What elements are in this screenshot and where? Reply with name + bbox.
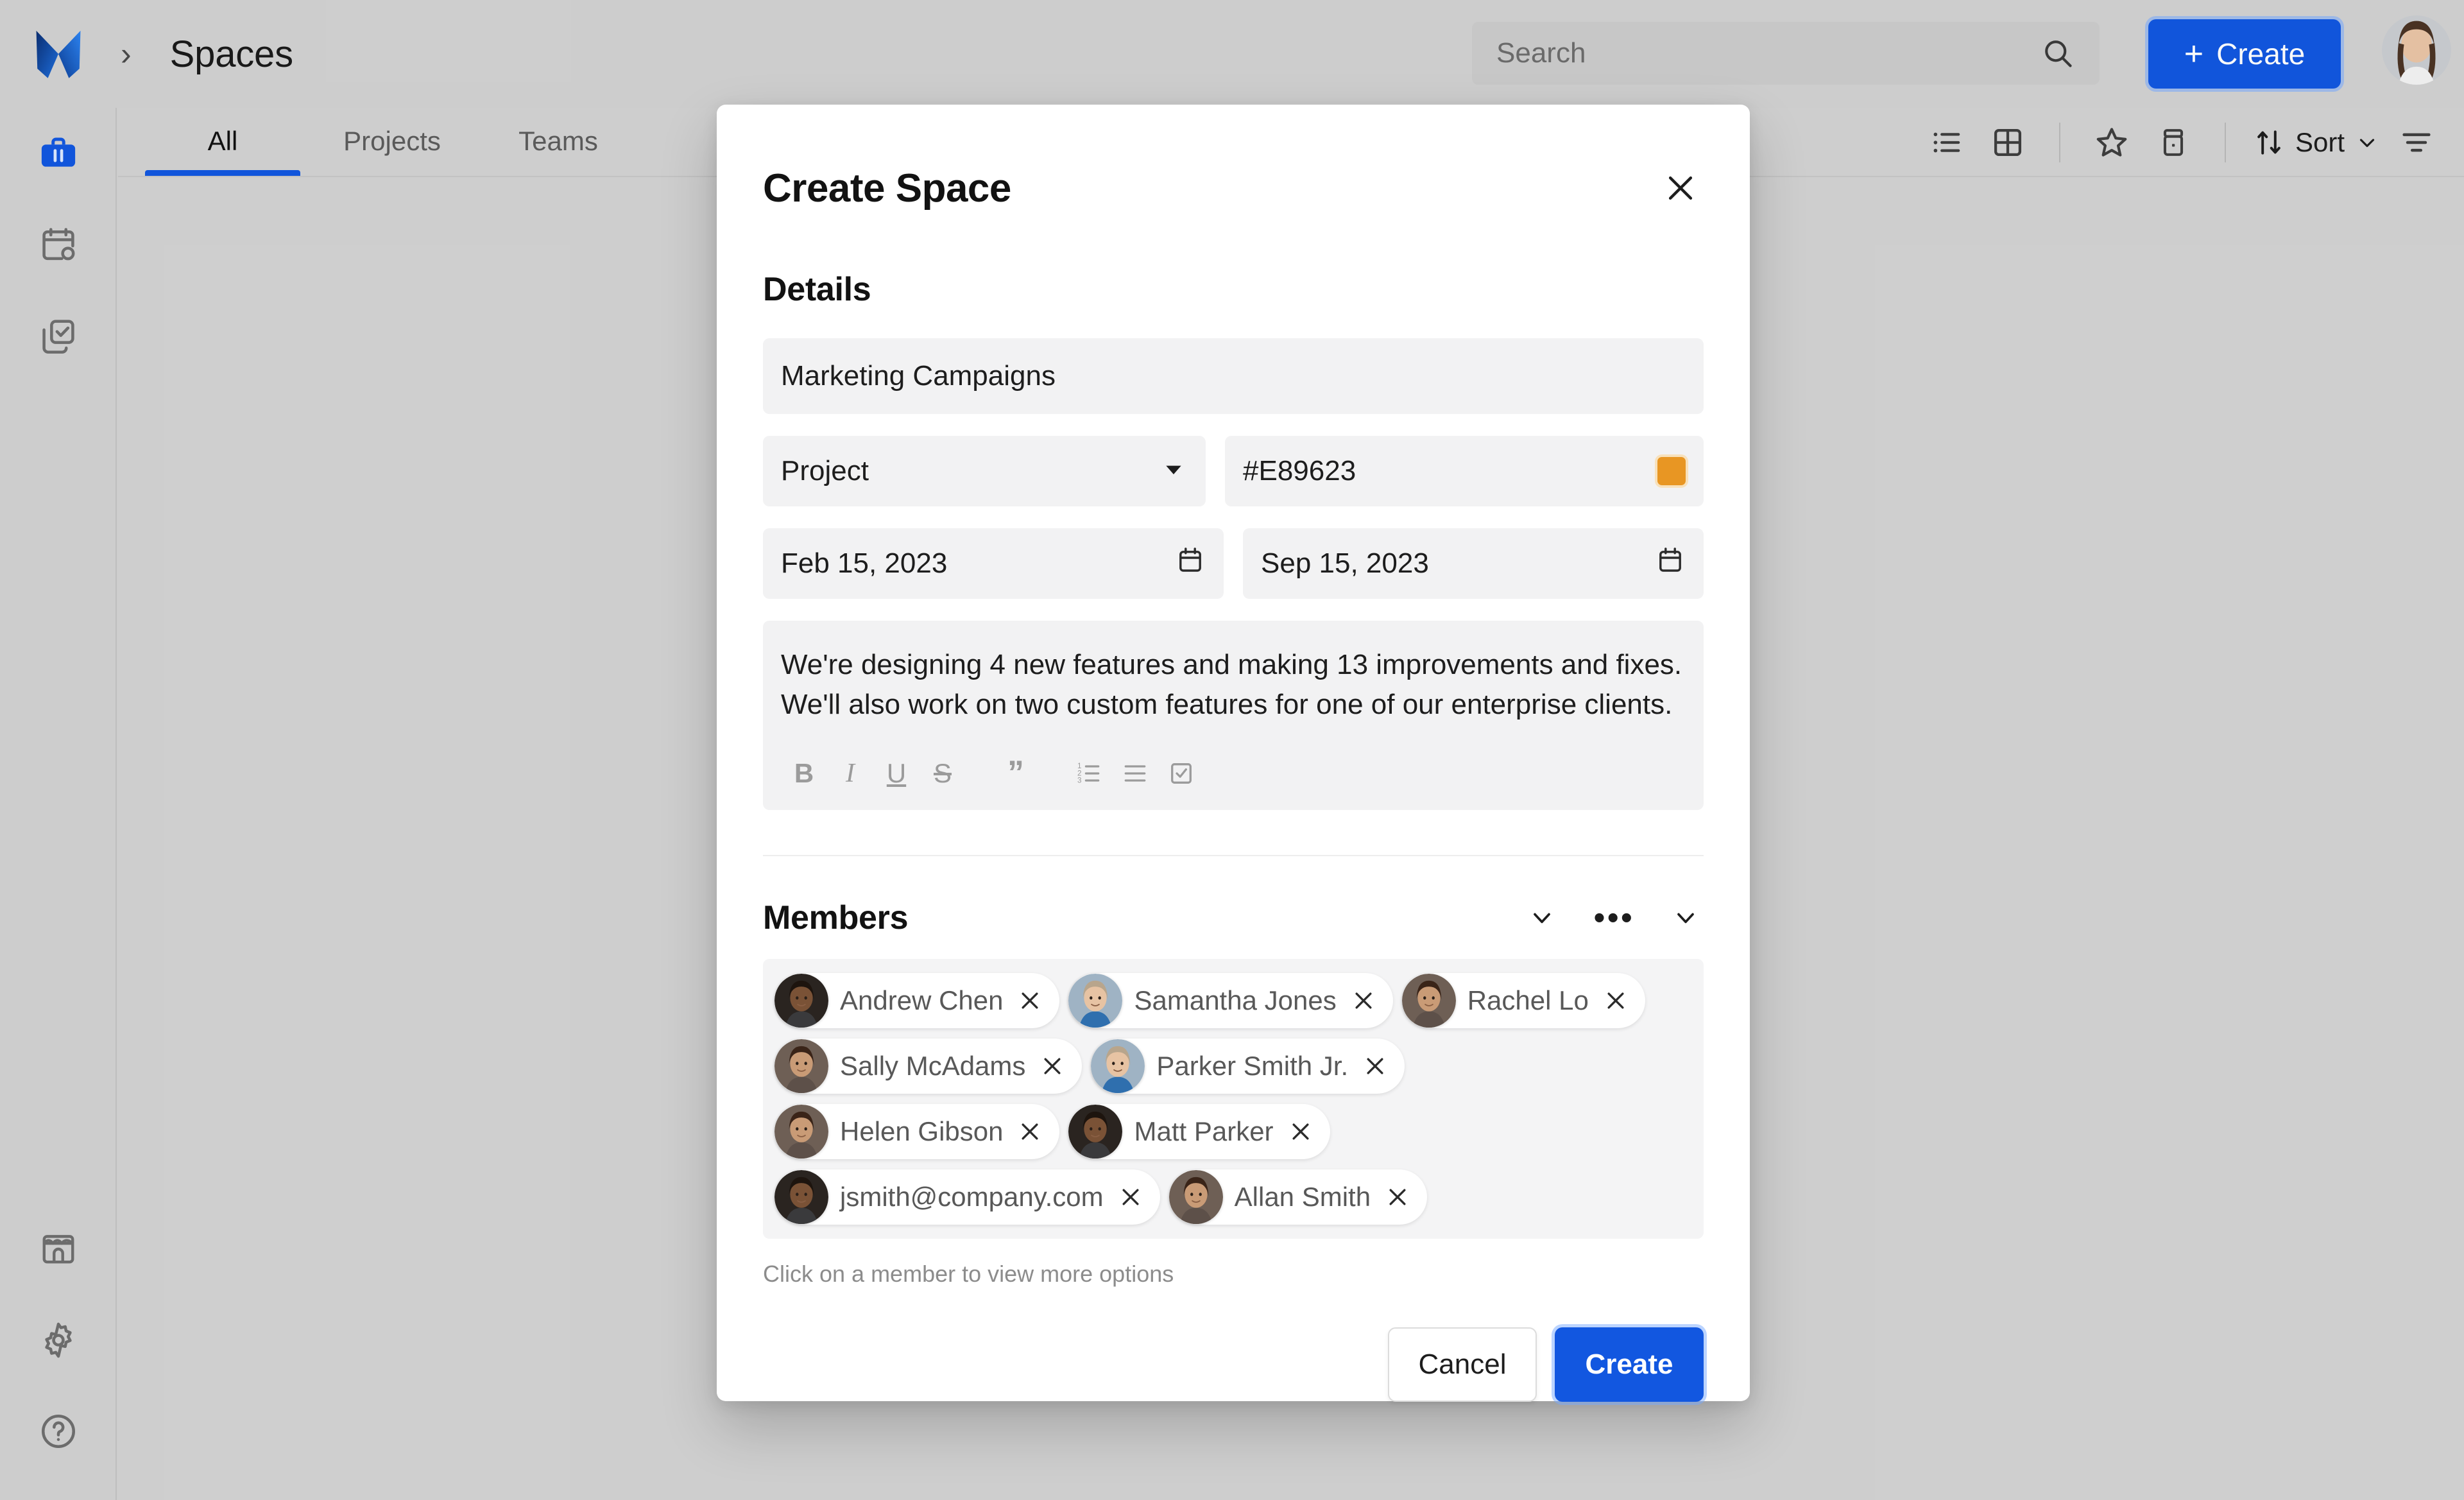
bullet-list-icon	[1124, 765, 1146, 782]
section-divider	[763, 854, 1704, 856]
space-type-select[interactable]: Project	[763, 436, 1206, 506]
members-chip-list: Andrew Chen Samantha Jones Rachel Lo Sally …	[763, 958, 1704, 1239]
remove-member-icon[interactable]	[1017, 1119, 1043, 1144]
italic-button[interactable]: I	[827, 754, 873, 793]
member-chip[interactable]: Sally McAdams	[774, 1038, 1082, 1094]
create-space-dialog: Create Space Details Project #E89623	[717, 105, 1750, 1402]
description-editor[interactable]: We're designing 4 new features and makin…	[763, 621, 1704, 810]
calendar-icon	[1655, 545, 1686, 583]
space-color-value: #E89623	[1243, 455, 1356, 487]
dialog-footer: Cancel Create	[763, 1327, 1704, 1402]
member-avatar	[1068, 973, 1123, 1028]
blockquote-icon: ”	[1007, 754, 1024, 792]
description-line-1: We're designing 4 new features and makin…	[781, 649, 1682, 680]
remove-member-icon[interactable]	[1118, 1184, 1143, 1210]
remove-member-icon[interactable]	[1017, 988, 1043, 1013]
member-name: Andrew Chen	[840, 985, 1004, 1015]
bold-icon: B	[794, 757, 814, 788]
details-section-label: Details	[763, 271, 871, 308]
expand-chevron-icon	[1677, 913, 1694, 924]
description-line-2: We'll also work on two custom features f…	[781, 689, 1673, 721]
member-avatar	[1068, 1104, 1123, 1159]
color-swatch[interactable]	[1657, 457, 1686, 485]
member-chip[interactable]: jsmith@company.com	[774, 1169, 1160, 1225]
svg-text:3: 3	[1077, 777, 1082, 785]
members-header: Members •••	[763, 899, 1704, 937]
members-expand-button[interactable]	[1668, 900, 1704, 936]
underline-icon: U	[886, 757, 907, 788]
space-type-select-wrap: Project	[763, 436, 1206, 506]
member-avatar	[774, 1104, 828, 1159]
ordered-list-icon: 1 2 3	[1077, 762, 1100, 785]
dialog-header: Create Space	[763, 105, 1704, 211]
end-date-field[interactable]: Sep 15, 2023	[1243, 528, 1704, 599]
space-name-input[interactable]	[763, 338, 1704, 414]
date-row: Feb 15, 2023 Sep 15, 2023	[763, 528, 1704, 599]
space-color-picker[interactable]: #E89623	[1225, 436, 1704, 506]
member-chip[interactable]: Matt Parker	[1068, 1103, 1330, 1159]
type-color-row: Project #E89623	[763, 436, 1704, 506]
member-avatar	[1091, 1039, 1145, 1093]
remove-member-icon[interactable]	[1603, 988, 1629, 1013]
end-date-value: Sep 15, 2023	[1261, 547, 1429, 579]
start-date-value: Feb 15, 2023	[781, 547, 948, 579]
checklist-button[interactable]	[1158, 754, 1204, 793]
ordered-list-button[interactable]: 1 2 3	[1066, 754, 1112, 793]
member-name: Allan Smith	[1234, 1181, 1371, 1212]
member-chip[interactable]: Andrew Chen	[774, 972, 1060, 1028]
bullet-list-button[interactable]	[1112, 754, 1158, 793]
strikethrough-icon: S	[933, 757, 952, 788]
member-chip[interactable]: Samantha Jones	[1068, 972, 1393, 1028]
remove-member-icon[interactable]	[1385, 1184, 1410, 1210]
more-options-icon: •••	[1593, 899, 1634, 936]
format-toolbar: B I U S ” 1 2 3	[781, 754, 1686, 793]
remove-member-icon[interactable]	[1351, 988, 1376, 1013]
member-name: Matt Parker	[1134, 1116, 1274, 1146]
member-chip[interactable]: Parker Smith Jr.	[1091, 1038, 1405, 1094]
members-hint: Click on a member to view more options	[763, 1260, 1174, 1287]
bold-button[interactable]: B	[781, 754, 827, 793]
start-date-field[interactable]: Feb 15, 2023	[763, 528, 1224, 599]
strikethrough-button[interactable]: S	[920, 754, 966, 793]
member-avatar	[774, 973, 828, 1028]
member-avatar	[774, 1169, 828, 1224]
dialog-title: Create Space	[763, 166, 1011, 211]
create-submit-button[interactable]: Create	[1555, 1327, 1704, 1402]
remove-member-icon[interactable]	[1288, 1119, 1313, 1144]
remove-member-icon[interactable]	[1040, 1053, 1065, 1079]
members-section-label: Members	[763, 899, 909, 936]
remove-member-icon[interactable]	[1362, 1053, 1388, 1079]
checklist-icon	[1171, 763, 1192, 784]
app-root: › Spaces + Create	[0, 0, 2464, 1500]
member-name: Parker Smith Jr.	[1156, 1050, 1349, 1081]
blockquote-button[interactable]: ”	[993, 754, 1039, 793]
close-icon	[1668, 176, 1693, 200]
italic-icon: I	[846, 758, 855, 788]
member-name: Helen Gibson	[840, 1116, 1004, 1146]
underline-button[interactable]: U	[873, 754, 920, 793]
member-avatar	[774, 1039, 828, 1093]
member-name: Rachel Lo	[1467, 985, 1589, 1015]
members-header-actions: •••	[1524, 900, 1704, 936]
member-chip[interactable]: Rachel Lo	[1401, 972, 1645, 1028]
members-collapse-button[interactable]	[1524, 900, 1560, 936]
member-avatar	[1168, 1169, 1223, 1224]
member-avatar	[1401, 973, 1456, 1028]
members-more-button[interactable]: •••	[1589, 899, 1638, 936]
cancel-button[interactable]: Cancel	[1388, 1327, 1537, 1402]
member-name: Sally McAdams	[840, 1050, 1026, 1081]
calendar-icon	[1175, 545, 1206, 583]
space-type-value: Project	[781, 455, 869, 487]
member-chip[interactable]: Helen Gibson	[774, 1103, 1060, 1159]
close-button[interactable]	[1657, 165, 1704, 211]
member-name: jsmith@company.com	[840, 1181, 1104, 1212]
member-chip[interactable]: Allan Smith	[1168, 1169, 1428, 1225]
member-name: Samantha Jones	[1134, 985, 1337, 1015]
collapse-chevron-icon	[1534, 913, 1551, 924]
